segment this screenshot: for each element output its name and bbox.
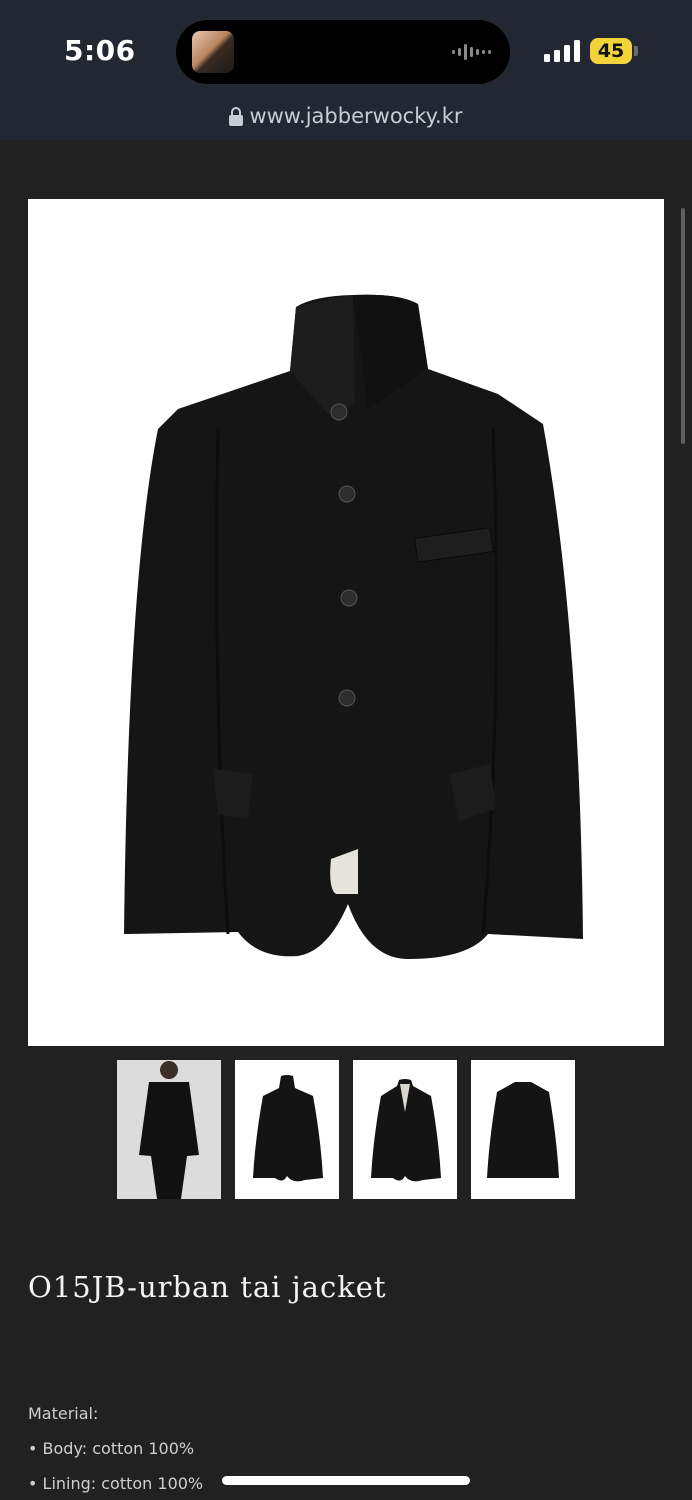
- audio-wave-icon: [452, 44, 491, 60]
- signal-icon: [544, 40, 580, 62]
- thumbnail-model[interactable]: [117, 1060, 221, 1199]
- thumbnail-open[interactable]: [353, 1060, 457, 1199]
- material-item-lining: • Lining: cotton 100%: [28, 1474, 204, 1493]
- address-bar[interactable]: www.jabberwocky.kr: [0, 104, 692, 128]
- dynamic-island[interactable]: [176, 20, 510, 84]
- thumbnail-front[interactable]: [235, 1060, 339, 1199]
- product-main-image[interactable]: [28, 199, 664, 1046]
- lock-icon: [229, 107, 244, 126]
- status-bar: 5:06 45 www.jabberwocky.kr: [0, 0, 692, 140]
- home-indicator[interactable]: [222, 1476, 470, 1485]
- thumbnail-back[interactable]: [471, 1060, 575, 1199]
- now-playing-artwork: [192, 31, 234, 73]
- battery-tip: [634, 46, 638, 56]
- battery-icon: 45: [590, 38, 632, 64]
- material-item-body: • Body: cotton 100%: [28, 1439, 195, 1458]
- material-label: Material:: [28, 1404, 99, 1423]
- scrollbar[interactable]: [681, 208, 685, 444]
- url-text: www.jabberwocky.kr: [249, 104, 463, 128]
- product-title: O15JB-urban tai jacket: [28, 1270, 387, 1304]
- jacket-front-illustration: [124, 294, 583, 959]
- clock: 5:06: [64, 34, 136, 67]
